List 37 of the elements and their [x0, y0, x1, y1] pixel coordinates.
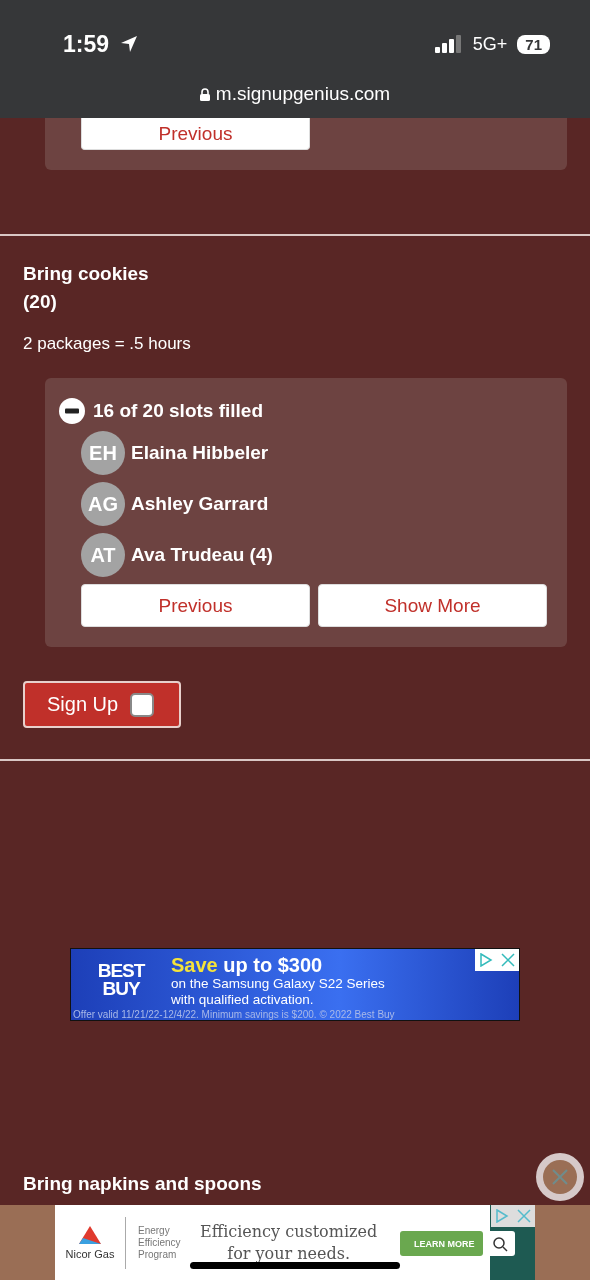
close-button[interactable]: [536, 1153, 584, 1201]
network-label: 5G+: [472, 33, 508, 55]
slot-description: 2 packages = .5 hours: [23, 334, 192, 354]
person-name: Elaina Hibbeler: [131, 442, 269, 464]
bottom-ad[interactable]: Nicor Gas Energy Efficiency Program Efficiency customized for your needs. LEARN MORE: [0, 1205, 590, 1280]
slots-summary: 16 of 20 slots filled: [93, 400, 263, 422]
slot-quantity: (20): [23, 290, 58, 314]
store-logo: BEST BUY: [96, 959, 146, 1001]
slot-title: Bring cookies: [23, 262, 150, 286]
pager-button[interactable]: Previous: [81, 584, 310, 627]
battery-level: 71: [517, 34, 550, 54]
avatar: EH: [81, 431, 125, 475]
ad-text: on the Samsung Galaxy S22 Series: [171, 976, 385, 992]
clock-time: 1:59: [63, 30, 110, 58]
ad-fine-print: Offer valid 11/21/22-12/4/22. Minimum savings is $200. © 2022 Best Buy: [73, 1009, 395, 1020]
person-name: Ava Trudeau (4): [131, 544, 273, 566]
person-name: Ashley Garrard: [131, 493, 269, 515]
program-label: Energy: [138, 1224, 171, 1237]
ad-headline: Efficiency customized for your needs.: [199, 1220, 379, 1265]
signal-icon: [434, 35, 463, 53]
url-text[interactable]: m.signupgenius.com: [215, 83, 391, 105]
brand-name: Nicor Gas: [65, 1247, 115, 1260]
slot-title: Bring napkins and spoons: [23, 1173, 263, 1195]
triangle-logo-icon: [79, 1225, 101, 1244]
collapse-icon[interactable]: [59, 398, 85, 424]
ad-text: with qualified activation.: [171, 992, 315, 1008]
avatar: AT: [81, 533, 125, 577]
pager-button[interactable]: Show More: [318, 584, 547, 627]
checkbox[interactable]: [130, 692, 155, 717]
location-arrow-icon: [119, 34, 140, 54]
sign-up-button[interactable]: Sign Up: [23, 681, 181, 728]
program-label: Program: [138, 1248, 178, 1261]
previous-button[interactable]: Previous: [81, 118, 310, 150]
ad-headline: Save up to $300: [171, 954, 324, 976]
lock-icon: [199, 87, 210, 101]
program-label: Efficiency: [138, 1236, 181, 1249]
avatar: AG: [81, 482, 125, 526]
